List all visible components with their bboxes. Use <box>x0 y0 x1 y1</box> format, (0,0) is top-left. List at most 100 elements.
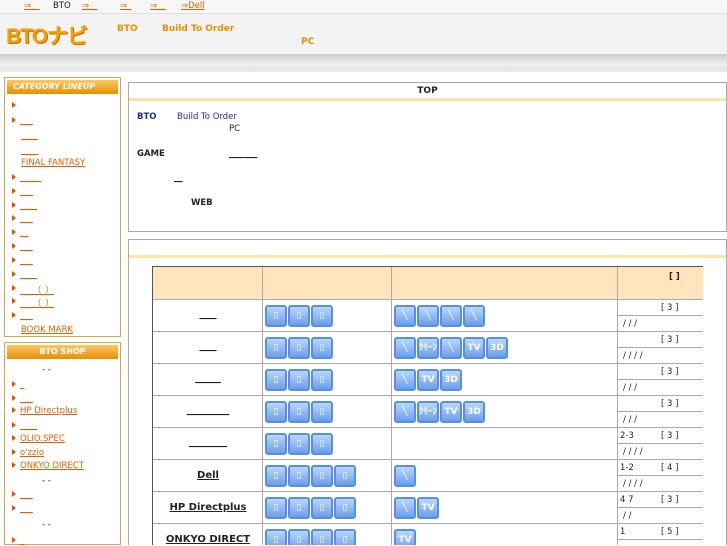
shop-name-link[interactable]: ______ <box>153 374 263 384</box>
pc-type-icon: ▯ <box>265 305 287 327</box>
rating-text: [ 4 ] <box>661 463 679 473</box>
table-cell <box>392 524 618 545</box>
sidebar-shop-item[interactable]: ONKYO DIRECT <box>20 461 84 471</box>
sidebar-shop-item[interactable]: _ <box>20 380 24 390</box>
shop-name-link[interactable]: ____ <box>153 310 263 320</box>
table-cell <box>392 460 618 492</box>
shop-name-link[interactable]: _________ <box>153 438 263 448</box>
sidebar-category-item[interactable]: BOOK MARK <box>21 325 73 335</box>
feature-icon: ╲ <box>463 305 485 327</box>
sidebar-shop-item[interactable]: HP Directplus <box>20 406 77 416</box>
pc-type-icon: ▯ <box>265 369 287 391</box>
game-link[interactable]: ___ ___ <box>229 149 257 159</box>
feature-icon: TV <box>440 401 462 423</box>
sidebar-category-item[interactable]: ___ <box>20 214 33 224</box>
shop-name-link[interactable]: Dell <box>153 470 263 481</box>
rating-text: [ 3 ] <box>661 431 679 441</box>
rating-text: [ 3 ] <box>661 335 679 345</box>
sidebar-shop-item: - - <box>42 520 51 530</box>
sidebar-category-item[interactable]: ___ <box>20 187 33 197</box>
list-arrow-icon <box>12 298 16 304</box>
list-arrow-icon <box>12 435 16 441</box>
sidebar-category-item[interactable]: FINAL FANTASY <box>21 158 85 168</box>
sidebar-category-item[interactable]: ____ <box>21 131 38 141</box>
intro-link[interactable]: __ <box>174 173 183 183</box>
feature-icon: TV <box>417 497 439 519</box>
pc-type-icon: ▯ <box>288 401 310 423</box>
sidebar-shop-item[interactable]: ___ <box>20 504 33 514</box>
list-arrow-icon <box>12 407 16 413</box>
list-arrow-icon <box>12 422 16 428</box>
header-label-bto: BTO <box>117 24 138 34</box>
rating-subtext: / / / <box>623 415 637 425</box>
pc-type-icon: ▯ <box>334 529 356 545</box>
range-text: 4 7 <box>620 495 634 505</box>
pc-type-icon: ▯ <box>288 465 310 487</box>
list-arrow-icon <box>12 285 16 291</box>
shop-name-link[interactable]: ONKYO DIRECT <box>153 534 263 545</box>
pc-type-icon: ▯ <box>265 529 287 545</box>
top-link: BTO <box>53 1 71 11</box>
list-arrow-icon <box>12 271 16 277</box>
header-divider <box>0 66 727 72</box>
top-link[interactable]: ⇒__ <box>150 1 166 11</box>
feature-icon: ╲ <box>440 305 462 327</box>
sidebar-shop-item[interactable]: o'zzio <box>20 448 44 458</box>
sidebar-category-item[interactable]: ____ <box>20 201 37 211</box>
pc-type-icon: ▯ <box>265 401 287 423</box>
pc-type-icon: ▯ <box>311 497 333 519</box>
bto-description: Build To Order <box>177 112 237 122</box>
feature-icon: ╲ <box>394 369 416 391</box>
sidebar-category-item[interactable]: _____ <box>20 173 41 183</box>
rating-subtext: / / / <box>623 319 637 329</box>
top-link-dell[interactable]: ⇒Dell <box>181 1 205 11</box>
table-header-cell <box>263 267 392 300</box>
sidebar-shop-item[interactable]: ___ <box>20 394 33 404</box>
sidebar-category-item[interactable]: ____ <box>21 146 38 156</box>
shop-comparison-table: [ ] ____ ▯ ▯ ▯ ╲ ╲ ╲ ╲[ 3 ] / / / ____ ▯ ▯ ▯ ╲ ｸﾘｰﾝ ╲ TV 3… <box>152 266 703 545</box>
rating-subtext: / / / <box>623 383 637 393</box>
sidebar-category-item[interactable]: ___（_） <box>20 284 54 296</box>
sidebar-shop-item[interactable]: ___ <box>20 490 33 500</box>
shop-name-link[interactable]: __________ <box>153 406 263 416</box>
site-logo[interactable]: BTOナビ <box>6 20 88 50</box>
rating-subtext: / / <box>623 511 632 521</box>
top-link[interactable]: ⇒_ <box>120 1 131 11</box>
feature-icon: ╲ <box>394 497 416 519</box>
top-link[interactable]: ⇒__ <box>82 1 98 11</box>
sidebar-shop-item: - - <box>42 365 51 375</box>
sidebar-shop-item[interactable]: ____ <box>20 421 37 431</box>
pc-type-icon: ▯ <box>311 433 333 455</box>
sidebar-category-item[interactable]: ___（_） <box>20 297 54 309</box>
table-header-subcell <box>618 284 703 300</box>
sidebar-shop-item: - - <box>42 476 51 486</box>
shop-name-link[interactable]: ____ <box>153 342 263 352</box>
shop-name-link[interactable]: HP Directplus <box>153 502 263 513</box>
sidebar-category-item[interactable]: ___ <box>20 311 33 321</box>
pc-type-icon: ▯ <box>311 529 333 545</box>
sidebar-category-item[interactable]: __ <box>20 228 29 238</box>
pc-type-icon: ▯ <box>288 433 310 455</box>
header-divider <box>0 54 727 66</box>
list-arrow-icon <box>12 462 16 468</box>
pc-type-icon: ▯ <box>288 305 310 327</box>
top-link[interactable]: ⇒__ <box>24 1 40 11</box>
table-cell <box>392 428 618 460</box>
sidebar-category-item[interactable]: ___ <box>20 242 33 252</box>
list-arrow-icon <box>12 491 16 497</box>
list-arrow-icon <box>12 537 16 543</box>
pc-type-icon: ▯ <box>288 529 310 545</box>
pc-type-icon: ▯ <box>311 401 333 423</box>
list-arrow-icon <box>12 312 16 318</box>
list-arrow-icon <box>12 449 16 455</box>
list-arrow-icon <box>12 174 16 180</box>
sidebar-shop-item[interactable]: OLIO.SPEC <box>20 434 65 444</box>
list-arrow-icon <box>12 229 16 235</box>
rating-text: [ 5 ] <box>661 527 679 537</box>
web-label: WEB <box>191 198 213 208</box>
sidebar-category-item[interactable]: ___ <box>20 256 33 266</box>
intro-panel: TOP BTO Build To Order PC GAME ___ ___ _… <box>128 82 727 232</box>
sidebar-category-item[interactable]: ___ <box>20 116 33 126</box>
sidebar-category-item[interactable]: ____ <box>20 270 37 280</box>
list-arrow-icon <box>12 202 16 208</box>
